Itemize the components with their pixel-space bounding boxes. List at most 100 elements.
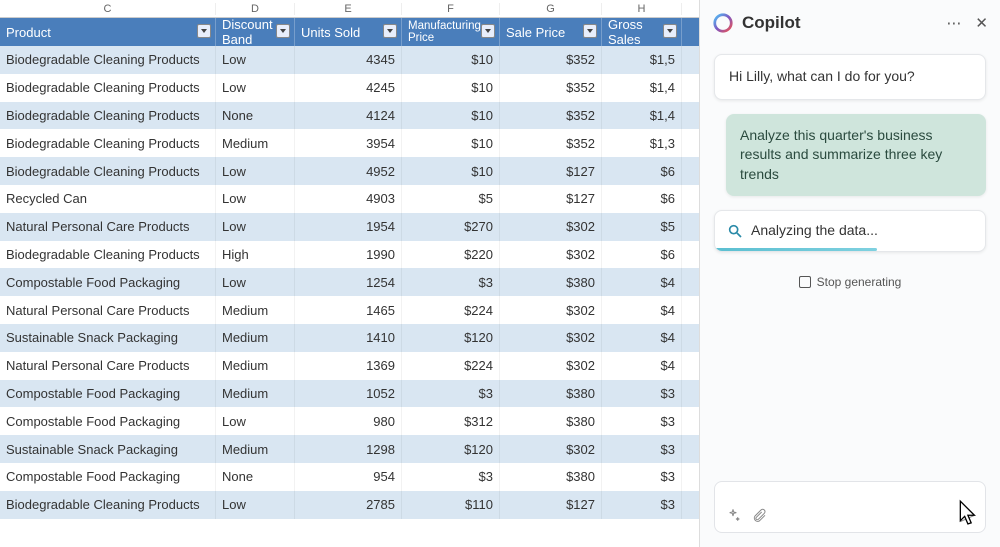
- cell-mfg[interactable]: $270: [402, 213, 500, 241]
- cell-gross[interactable]: $3: [602, 407, 682, 435]
- header-sale-price[interactable]: Sale Price: [500, 18, 602, 46]
- col-letter[interactable]: G: [500, 3, 602, 15]
- cell-mfg[interactable]: $3: [402, 268, 500, 296]
- more-icon[interactable]: ⋯: [946, 14, 961, 32]
- cell-gross[interactable]: $1,4: [602, 74, 682, 102]
- cell-mfg[interactable]: $110: [402, 491, 500, 519]
- cell-product[interactable]: Biodegradable Cleaning Products: [0, 129, 216, 157]
- cell-band[interactable]: Medium: [216, 129, 295, 157]
- cell-sale[interactable]: $302: [500, 352, 602, 380]
- table-row[interactable]: Biodegradable Cleaning ProductsLow2785$1…: [0, 491, 699, 519]
- cell-units[interactable]: 4903: [295, 185, 402, 213]
- cell-sale[interactable]: $302: [500, 324, 602, 352]
- header-gross-sales[interactable]: Gross Sales: [602, 18, 682, 46]
- col-letter[interactable]: H: [602, 3, 682, 15]
- header-discount-band[interactable]: Discount Band: [216, 18, 295, 46]
- filter-dropdown-icon[interactable]: [481, 24, 495, 38]
- cell-product[interactable]: Natural Personal Care Products: [0, 296, 216, 324]
- cell-units[interactable]: 4952: [295, 157, 402, 185]
- table-row[interactable]: Biodegradable Cleaning ProductsNone4124$…: [0, 102, 699, 130]
- cell-units[interactable]: 4124: [295, 102, 402, 130]
- cell-units[interactable]: 1298: [295, 435, 402, 463]
- cell-mfg[interactable]: $3: [402, 380, 500, 408]
- cell-units[interactable]: 1465: [295, 296, 402, 324]
- cell-gross[interactable]: $1,4: [602, 102, 682, 130]
- copilot-input-bar[interactable]: [714, 481, 986, 533]
- cell-sale[interactable]: $127: [500, 185, 602, 213]
- cell-units[interactable]: 2785: [295, 491, 402, 519]
- cell-band[interactable]: Medium: [216, 380, 295, 408]
- spreadsheet-area[interactable]: C D E F G H Product Discount Band Units …: [0, 0, 700, 547]
- cell-product[interactable]: Biodegradable Cleaning Products: [0, 102, 216, 130]
- cell-product[interactable]: Compostable Food Packaging: [0, 380, 216, 408]
- cell-product[interactable]: Biodegradable Cleaning Products: [0, 241, 216, 269]
- cell-sale[interactable]: $380: [500, 380, 602, 408]
- cell-units[interactable]: 1254: [295, 268, 402, 296]
- send-icon[interactable]: [959, 508, 975, 524]
- col-letter[interactable]: C: [0, 3, 216, 15]
- cell-units[interactable]: 1954: [295, 213, 402, 241]
- header-units-sold[interactable]: Units Sold: [295, 18, 402, 46]
- cell-sale[interactable]: $127: [500, 491, 602, 519]
- filter-dropdown-icon[interactable]: [663, 24, 677, 38]
- header-product[interactable]: Product: [0, 18, 216, 46]
- cell-gross[interactable]: $4: [602, 296, 682, 324]
- cell-product[interactable]: Biodegradable Cleaning Products: [0, 46, 216, 74]
- cell-mfg[interactable]: $120: [402, 324, 500, 352]
- cell-product[interactable]: Sustainable Snack Packaging: [0, 435, 216, 463]
- table-row[interactable]: Biodegradable Cleaning ProductsLow4952$1…: [0, 157, 699, 185]
- close-icon[interactable]: ✕: [975, 14, 988, 32]
- cell-gross[interactable]: $3: [602, 463, 682, 491]
- col-letter[interactable]: F: [402, 3, 500, 15]
- cell-band[interactable]: Low: [216, 491, 295, 519]
- table-row[interactable]: Biodegradable Cleaning ProductsMedium395…: [0, 129, 699, 157]
- cell-sale[interactable]: $302: [500, 296, 602, 324]
- cell-sale[interactable]: $352: [500, 74, 602, 102]
- cell-gross[interactable]: $6: [602, 241, 682, 269]
- cell-band[interactable]: Medium: [216, 324, 295, 352]
- cell-sale[interactable]: $127: [500, 157, 602, 185]
- cell-units[interactable]: 4245: [295, 74, 402, 102]
- cell-units[interactable]: 1052: [295, 380, 402, 408]
- cell-band[interactable]: Medium: [216, 352, 295, 380]
- table-row[interactable]: Sustainable Snack PackagingMedium1298$12…: [0, 435, 699, 463]
- cell-product[interactable]: Biodegradable Cleaning Products: [0, 74, 216, 102]
- cell-mfg[interactable]: $312: [402, 407, 500, 435]
- cell-sale[interactable]: $302: [500, 435, 602, 463]
- header-mfg-price[interactable]: Manufacturing Price: [402, 18, 500, 46]
- cell-band[interactable]: Low: [216, 213, 295, 241]
- table-row[interactable]: Natural Personal Care ProductsLow1954$27…: [0, 213, 699, 241]
- cell-product[interactable]: Natural Personal Care Products: [0, 352, 216, 380]
- table-row[interactable]: Biodegradable Cleaning ProductsLow4345$1…: [0, 46, 699, 74]
- cell-mfg[interactable]: $10: [402, 74, 500, 102]
- filter-dropdown-icon[interactable]: [383, 24, 397, 38]
- cell-gross[interactable]: $6: [602, 157, 682, 185]
- table-row[interactable]: Biodegradable Cleaning ProductsHigh1990$…: [0, 241, 699, 269]
- cell-units[interactable]: 1410: [295, 324, 402, 352]
- cell-mfg[interactable]: $220: [402, 241, 500, 269]
- cell-band[interactable]: Low: [216, 407, 295, 435]
- cell-gross[interactable]: $5: [602, 213, 682, 241]
- cell-units[interactable]: 954: [295, 463, 402, 491]
- cell-band[interactable]: Medium: [216, 296, 295, 324]
- cell-units[interactable]: 1990: [295, 241, 402, 269]
- cell-product[interactable]: Biodegradable Cleaning Products: [0, 491, 216, 519]
- cell-product[interactable]: Compostable Food Packaging: [0, 407, 216, 435]
- table-row[interactable]: Recycled CanLow4903$5$127$6: [0, 185, 699, 213]
- cell-gross[interactable]: $3: [602, 491, 682, 519]
- cell-mfg[interactable]: $10: [402, 102, 500, 130]
- cell-gross[interactable]: $4: [602, 324, 682, 352]
- cell-product[interactable]: Natural Personal Care Products: [0, 213, 216, 241]
- cell-product[interactable]: Sustainable Snack Packaging: [0, 324, 216, 352]
- cell-gross[interactable]: $4: [602, 352, 682, 380]
- cell-band[interactable]: None: [216, 102, 295, 130]
- cell-gross[interactable]: $3: [602, 380, 682, 408]
- cell-sale[interactable]: $380: [500, 463, 602, 491]
- cell-sale[interactable]: $380: [500, 268, 602, 296]
- col-letter[interactable]: D: [216, 3, 295, 15]
- cell-product[interactable]: Compostable Food Packaging: [0, 463, 216, 491]
- cell-sale[interactable]: $352: [500, 46, 602, 74]
- filter-dropdown-icon[interactable]: [583, 24, 597, 38]
- cell-product[interactable]: Biodegradable Cleaning Products: [0, 157, 216, 185]
- cell-gross[interactable]: $1,3: [602, 129, 682, 157]
